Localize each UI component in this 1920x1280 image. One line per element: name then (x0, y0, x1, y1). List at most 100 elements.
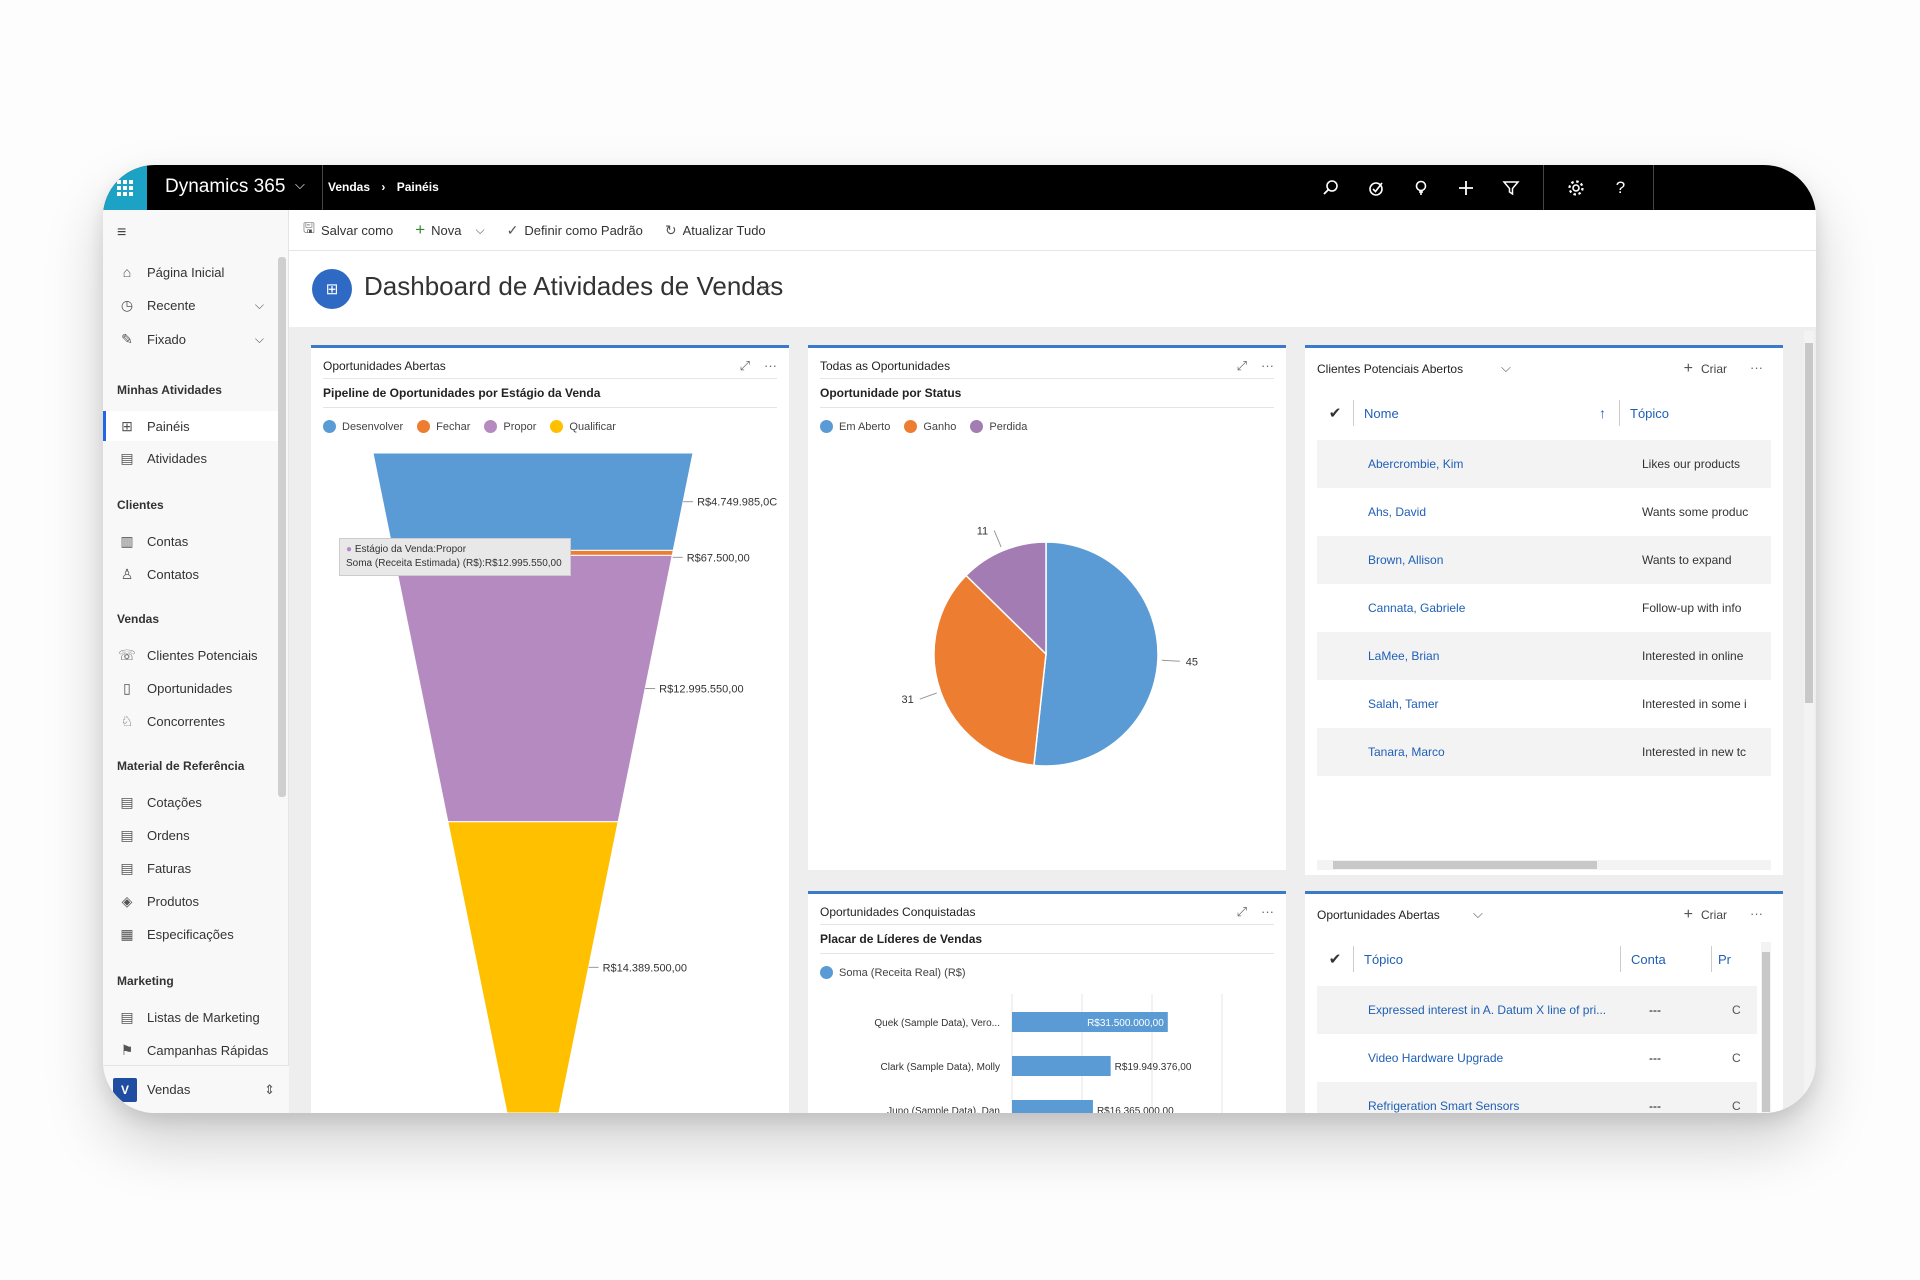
area-switcher[interactable]: V Vendas ⇕ (103, 1065, 289, 1113)
horizontal-scrollbar[interactable] (1317, 860, 1771, 870)
expand-chart-icon[interactable]: ⤢ (1237, 904, 1247, 920)
sidebar-item-dashboards[interactable]: ⊞ Painéis (103, 411, 278, 441)
table-row[interactable]: Refrigeration Smart Sensors --- C (1317, 1082, 1757, 1113)
pie-slice[interactable] (1033, 541, 1159, 767)
legend-item[interactable]: Soma (Receita Real) (R$) (820, 966, 966, 979)
account-cell[interactable]: --- (1641, 1099, 1732, 1113)
legend-item[interactable]: Perdida (970, 420, 1027, 433)
more-options-icon[interactable]: ··· (764, 358, 777, 374)
lightbulb-icon[interactable] (1398, 165, 1443, 210)
select-all-checkmark-icon[interactable]: ✔ (1317, 404, 1353, 422)
chevron-down-icon[interactable]: ⌵ (1501, 360, 1511, 376)
sidebar-item-products[interactable]: ◈ Produtos (103, 886, 278, 916)
more-options-icon[interactable]: ··· (1261, 358, 1274, 374)
gear-icon[interactable] (1553, 165, 1598, 210)
sidebar-item-contacts[interactable]: ♙ Contatos (103, 559, 278, 589)
set-default-button[interactable]: ✓ Definir como Padrão (507, 222, 643, 239)
sidebar-item-recent[interactable]: ◷ Recente ⌵ (103, 290, 278, 320)
sidebar-item-leads[interactable]: ☏ Clientes Potenciais (103, 640, 278, 670)
account-cell[interactable]: --- (1641, 1051, 1732, 1065)
create-button[interactable]: + Criar (1684, 360, 1727, 378)
funnel-segment[interactable] (372, 453, 694, 551)
table-row[interactable]: Abercrombie, Kim Likes our products (1317, 440, 1771, 488)
legend-item[interactable]: Fechar (417, 420, 470, 433)
sidebar-item-competitors[interactable]: ♘ Concorrentes (103, 706, 278, 736)
save-as-button[interactable]: 🖫 Salvar como (303, 218, 393, 242)
app-launcher-button[interactable] (103, 165, 147, 210)
table-row[interactable]: Ahs, David Wants some produc (1317, 488, 1771, 536)
expand-chart-icon[interactable]: ⤢ (1237, 358, 1247, 374)
lead-name-link[interactable]: Cannata, Gabriele (1364, 601, 1642, 615)
table-row[interactable]: Cannata, Gabriele Follow-up with info (1317, 584, 1771, 632)
table-row[interactable]: Tanara, Marco Interested in new tc (1317, 728, 1771, 776)
lead-name-link[interactable]: Brown, Allison (1364, 553, 1642, 567)
funnel-segment[interactable] (393, 554, 673, 823)
plus-icon[interactable] (1443, 165, 1488, 210)
bar[interactable] (1012, 1056, 1111, 1076)
sidebar-item-home[interactable]: ⌂ Página Inicial (103, 257, 278, 287)
select-all-checkmark-icon[interactable]: ✔ (1317, 950, 1353, 968)
sidebar-item-pinned[interactable]: ✎ Fixado ⌵ (103, 324, 278, 354)
scrollbar-thumb[interactable] (1805, 343, 1813, 703)
sidebar-scrollbar[interactable] (278, 257, 286, 797)
bar[interactable] (1012, 1100, 1093, 1113)
sidebar-item-marketing-lists[interactable]: ▤ Listas de Marketing (103, 1002, 278, 1032)
legend-item[interactable]: Ganho (904, 420, 956, 433)
card-title[interactable]: Oportunidades Abertas (1317, 908, 1440, 922)
more-options-icon[interactable]: ··· (1750, 360, 1763, 375)
new-button[interactable]: + Nova ⌵ (415, 220, 484, 240)
opportunity-topic-link[interactable]: Video Hardware Upgrade (1364, 1051, 1641, 1065)
column-header-topic[interactable]: Tópico (1354, 952, 1620, 967)
filter-icon[interactable] (1488, 165, 1533, 210)
legend-item[interactable]: Em Aberto (820, 420, 890, 433)
search-icon[interactable] (1308, 165, 1353, 210)
table-row[interactable]: Salah, Tamer Interested in some i (1317, 680, 1771, 728)
opportunity-topic-link[interactable]: Refrigeration Smart Sensors (1364, 1099, 1641, 1113)
chevron-down-icon[interactable]: ⌵ (255, 332, 264, 347)
sidebar-item-activities[interactable]: ▤ Atividades (103, 443, 278, 473)
sidebar-item-quotes[interactable]: ▤ Cotações (103, 787, 278, 817)
sidebar-item-opportunities[interactable]: ▯ Oportunidades (103, 673, 278, 703)
breadcrumb-page[interactable]: Painéis (397, 180, 439, 194)
lead-name-link[interactable]: Tanara, Marco (1364, 745, 1642, 759)
chevron-down-icon[interactable]: ⌵ (475, 223, 484, 238)
task-flow-icon[interactable] (1353, 165, 1398, 210)
card-title[interactable]: Clientes Potenciais Abertos (1317, 362, 1463, 376)
help-icon[interactable]: ? (1598, 165, 1643, 210)
page-scrollbar[interactable] (1804, 331, 1814, 1113)
table-row[interactable]: Expressed interest in A. Datum X line of… (1317, 986, 1757, 1034)
vertical-scrollbar[interactable] (1761, 942, 1771, 1113)
column-header-name[interactable]: Nome (1354, 406, 1599, 421)
account-cell[interactable]: --- (1641, 1003, 1732, 1017)
column-header-topic[interactable]: Tópico (1620, 406, 1669, 421)
dashboard-selector-chevron-icon[interactable]: ⌵ (759, 278, 771, 296)
lead-name-link[interactable]: Salah, Tamer (1364, 697, 1642, 711)
chevron-down-icon[interactable]: ⌵ (255, 298, 264, 313)
breadcrumb-area[interactable]: Vendas (328, 180, 370, 194)
legend-item[interactable]: Qualificar (550, 420, 616, 433)
column-header-extra[interactable]: Pr (1712, 952, 1731, 967)
table-row[interactable]: LaMee, Brian Interested in online (1317, 632, 1771, 680)
sidebar-item-quick-campaigns[interactable]: ⚑ Campanhas Rápidas (103, 1035, 278, 1065)
opportunity-topic-link[interactable]: Expressed interest in A. Datum X line of… (1364, 1003, 1641, 1017)
column-header-account[interactable]: Conta (1621, 952, 1711, 967)
more-options-icon[interactable]: ··· (1261, 904, 1274, 920)
lead-name-link[interactable]: Ahs, David (1364, 505, 1642, 519)
sidebar-item-accounts[interactable]: ▥ Contas (103, 526, 278, 556)
hamburger-menu-icon[interactable]: ≡ (117, 224, 126, 242)
create-button[interactable]: + Criar (1684, 906, 1727, 924)
sort-ascending-icon[interactable]: ↑ (1599, 405, 1619, 421)
refresh-all-button[interactable]: ↻ Atualizar Tudo (665, 222, 766, 239)
expand-chart-icon[interactable]: ⤢ (740, 358, 750, 374)
more-options-icon[interactable]: ··· (1750, 906, 1763, 921)
app-brand[interactable]: Dynamics 365 (165, 176, 285, 198)
sidebar-item-invoices[interactable]: ▤ Faturas (103, 853, 278, 883)
lead-name-link[interactable]: Abercrombie, Kim (1364, 457, 1642, 471)
legend-item[interactable]: Desenvolver (323, 420, 403, 433)
scrollbar-thumb[interactable] (1762, 952, 1770, 1112)
scrollbar-thumb[interactable] (1333, 861, 1597, 869)
chevron-down-icon[interactable]: ⌵ (295, 177, 305, 193)
lead-name-link[interactable]: LaMee, Brian (1364, 649, 1642, 663)
table-row[interactable]: Video Hardware Upgrade --- C (1317, 1034, 1757, 1082)
legend-item[interactable]: Propor (484, 420, 536, 433)
